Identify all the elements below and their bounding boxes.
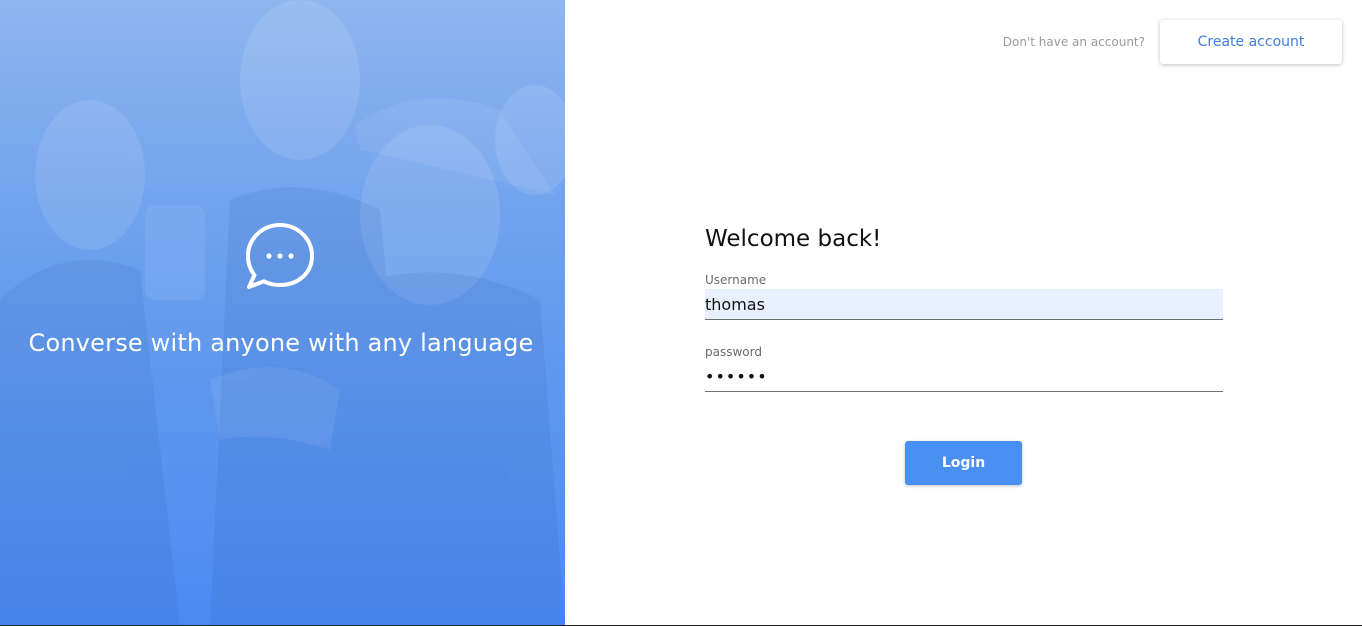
hero-panel: Converse with anyone with any language: [0, 0, 565, 625]
hero-tagline: Converse with anyone with any language: [28, 329, 534, 357]
password-field[interactable]: [705, 361, 1223, 392]
create-account-button[interactable]: Create account: [1160, 20, 1342, 64]
username-field[interactable]: [705, 289, 1223, 320]
login-page: Converse with anyone with any language D…: [0, 0, 1362, 626]
username-label: Username: [705, 273, 767, 287]
hero-content: Converse with anyone with any language: [0, 0, 565, 625]
page-title: Welcome back!: [705, 226, 882, 252]
chat-bubble-ellipsis-icon: [246, 223, 314, 289]
signup-prompt: Don't have an account?: [1002, 35, 1145, 49]
password-label: password: [705, 345, 762, 359]
login-button[interactable]: Login: [905, 441, 1022, 485]
